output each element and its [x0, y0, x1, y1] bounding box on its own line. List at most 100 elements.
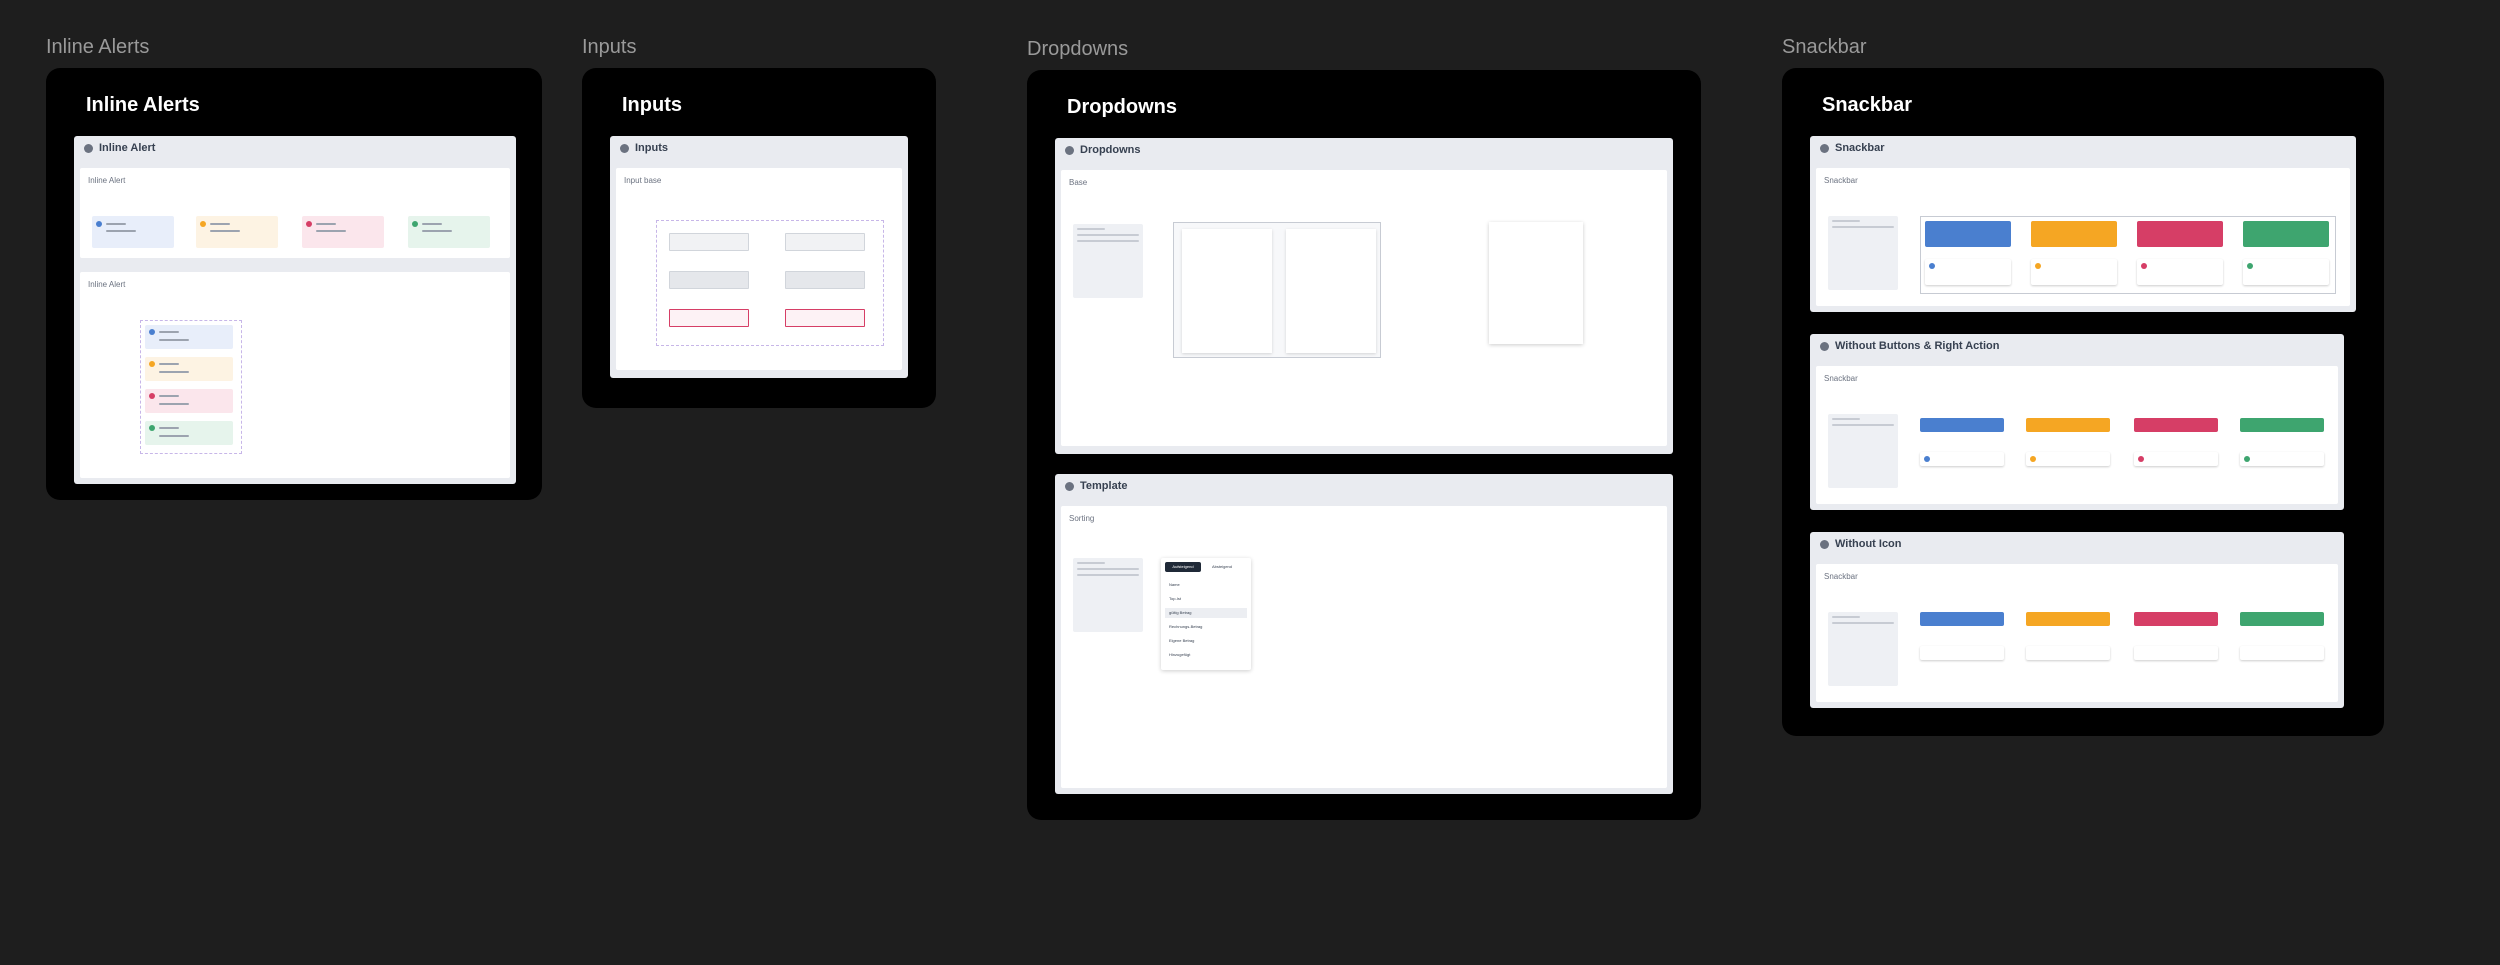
variants-box: [140, 320, 242, 454]
snackbar-success: [2243, 221, 2329, 247]
snackbar-light-success: [2243, 259, 2329, 285]
frame-label-snackbar: Snackbar: [1782, 36, 1867, 58]
alert-error: [302, 216, 384, 248]
flag-dropdown-list[interactable]: [1489, 222, 1583, 344]
frame-label-inline-alerts: Inline Alerts: [46, 36, 150, 58]
frame-title: Snackbar: [1822, 94, 1913, 116]
panel-header: Without Icon: [1820, 538, 1902, 550]
alert-warning: [145, 357, 233, 381]
snackbar-warning: [2026, 612, 2110, 626]
snackbar-warning: [2031, 221, 2117, 247]
section-card: Base: [1061, 170, 1667, 446]
section-title: Base: [1069, 178, 1088, 187]
input-field[interactable]: [669, 271, 749, 289]
input-field-error[interactable]: [785, 309, 865, 327]
section-title: Inline Alert: [88, 176, 126, 185]
snackbar-error: [2134, 612, 2218, 626]
component-icon: [1820, 341, 1829, 351]
section-card: Snackbar: [1816, 564, 2338, 702]
sort-item[interactable]: Hinzugefügt: [1169, 652, 1190, 657]
input-field-error[interactable]: [669, 309, 749, 327]
alert-info: [145, 325, 233, 349]
sort-tab-active[interactable]: Aufsteigend: [1165, 562, 1201, 572]
info-note: [1073, 224, 1143, 298]
component-icon: [84, 143, 93, 153]
info-note: [1073, 558, 1143, 632]
input-field[interactable]: [669, 233, 749, 251]
alert-success: [408, 216, 490, 248]
input-field[interactable]: [785, 271, 865, 289]
info-note: [1828, 612, 1898, 686]
section-title: Inline Alert: [88, 280, 126, 289]
panel-inline-alert: Inline Alert Inline Alert Inline Alert: [74, 136, 516, 484]
frame-dropdowns: Dropdowns Dropdowns Base Template Sortin…: [1027, 70, 1701, 820]
panel-without-buttons: Without Buttons & Right Action Snackbar: [1810, 334, 2344, 510]
panel-header: Snackbar: [1820, 142, 1885, 154]
frame-title: Inputs: [622, 94, 682, 116]
sort-item[interactable]: Eigene Betrag: [1169, 638, 1194, 643]
section-card: Inline Alert: [80, 168, 510, 258]
snackbar-success: [2240, 612, 2324, 626]
snackbar-light: [2134, 646, 2218, 660]
section-title: Input base: [624, 176, 662, 185]
alert-success: [145, 421, 233, 445]
sort-item[interactable]: Name: [1169, 582, 1180, 587]
snackbar-light-warning: [2026, 452, 2110, 466]
info-note: [1828, 216, 1898, 290]
panel-header: Template: [1065, 480, 1127, 492]
snackbar-grid: [1920, 216, 2336, 294]
alert-warning: [196, 216, 278, 248]
snackbar-light-info: [1925, 259, 2011, 285]
snackbar-error: [2137, 221, 2223, 247]
sort-item-selected[interactable]: gültig Betrag: [1165, 608, 1247, 618]
section-title: Snackbar: [1824, 572, 1858, 581]
snackbar-info: [1920, 418, 2004, 432]
dropdown-list[interactable]: [1286, 229, 1376, 353]
frame-title: Dropdowns: [1067, 96, 1177, 118]
component-icon: [1820, 143, 1829, 153]
sort-item[interactable]: Top-Ist: [1169, 596, 1181, 601]
panel-header: Inline Alert: [84, 142, 155, 154]
panel-header: Without Buttons & Right Action: [1820, 340, 1999, 352]
panel-header: Inputs: [620, 142, 668, 154]
component-icon: [1065, 481, 1074, 491]
panel-snackbar: Snackbar Snackbar: [1810, 136, 2356, 312]
section-card: Sorting Aufsteigend Absteigend Name Top-…: [1061, 506, 1667, 788]
section-title: Snackbar: [1824, 374, 1858, 383]
section-title: Sorting: [1069, 514, 1095, 523]
input-field[interactable]: [785, 233, 865, 251]
frame-title: Inline Alerts: [86, 94, 200, 116]
snackbar-light: [1920, 646, 2004, 660]
section-card: Snackbar: [1816, 168, 2350, 306]
component-icon: [620, 143, 629, 153]
info-note: [1828, 414, 1898, 488]
inputs-grid: [656, 220, 884, 346]
snackbar-light-error: [2137, 259, 2223, 285]
frame-label-dropdowns: Dropdowns: [1027, 38, 1129, 60]
snackbar-light-success: [2240, 452, 2324, 466]
frame-inline-alerts: Inline Alerts Inline Alert Inline Alert …: [46, 68, 542, 500]
panel-template: Template Sorting Aufsteigend Absteigend …: [1055, 474, 1673, 794]
sort-item[interactable]: Rechnungs-Betrag: [1169, 624, 1202, 629]
snackbar-light-warning: [2031, 259, 2117, 285]
sort-tab-inactive[interactable]: Absteigend: [1207, 562, 1237, 572]
frame-inputs: Inputs Inputs Input base: [582, 68, 936, 408]
section-card: Input base: [616, 168, 902, 370]
snackbar-info: [1925, 221, 2011, 247]
component-icon: [1820, 539, 1829, 549]
dropdown-list[interactable]: [1182, 229, 1272, 353]
panel-inputs: Inputs Input base: [610, 136, 908, 378]
section-card: Snackbar: [1816, 366, 2338, 504]
panel-without-icon: Without Icon Snackbar: [1810, 532, 2344, 708]
snackbar-warning: [2026, 418, 2110, 432]
panel-header: Dropdowns: [1065, 144, 1141, 156]
component-icon: [1065, 145, 1074, 155]
snackbar-light-error: [2134, 452, 2218, 466]
frame-label-inputs: Inputs: [582, 36, 637, 58]
alert-error: [145, 389, 233, 413]
snackbar-info: [1920, 612, 2004, 626]
alert-info: [92, 216, 174, 248]
section-card: Inline Alert: [80, 272, 510, 478]
snackbar-light-info: [1920, 452, 2004, 466]
frame-snackbar: Snackbar Snackbar Snackbar Without Butto…: [1782, 68, 2384, 736]
